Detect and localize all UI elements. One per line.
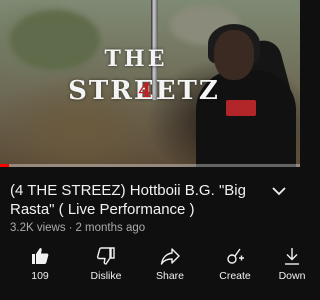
create-label: Create [219,270,251,282]
dislike-button[interactable]: Dislike [76,246,136,286]
thumbs-down-icon [96,247,115,265]
video-player[interactable]: THE STREETZ 4 [0,0,300,167]
share-icon [160,248,180,265]
video-progress-bar[interactable] [0,164,300,167]
share-label: Share [155,270,185,282]
download-label: Down [278,270,306,282]
video-meta: 3.2K views · 2 months ago [10,222,145,234]
upload-age: 2 months ago [75,222,146,234]
chevron-down-icon [272,186,286,195]
view-count: 3.2K views [10,222,66,234]
download-icon [285,248,299,265]
action-bar: 109 Dislike Share Create Down [0,246,320,286]
video-progress-fill [0,164,9,167]
overlay-logo-mark: 4 [138,78,152,102]
thumbs-up-icon [32,248,49,264]
like-count: 109 [31,270,49,282]
expand-description-button[interactable] [268,182,290,200]
meta-separator: · [68,222,73,234]
create-button[interactable]: Create [205,246,265,286]
overlay-logo-line1: THE [104,46,168,72]
create-icon [227,248,244,264]
video-title[interactable]: (4 THE STREEZ) Hottboii B.G. "Big Rasta"… [10,181,262,219]
share-button[interactable]: Share [140,246,200,286]
download-button[interactable]: Down [262,246,320,286]
like-button[interactable]: 109 [10,246,70,286]
dislike-label: Dislike [90,270,122,282]
